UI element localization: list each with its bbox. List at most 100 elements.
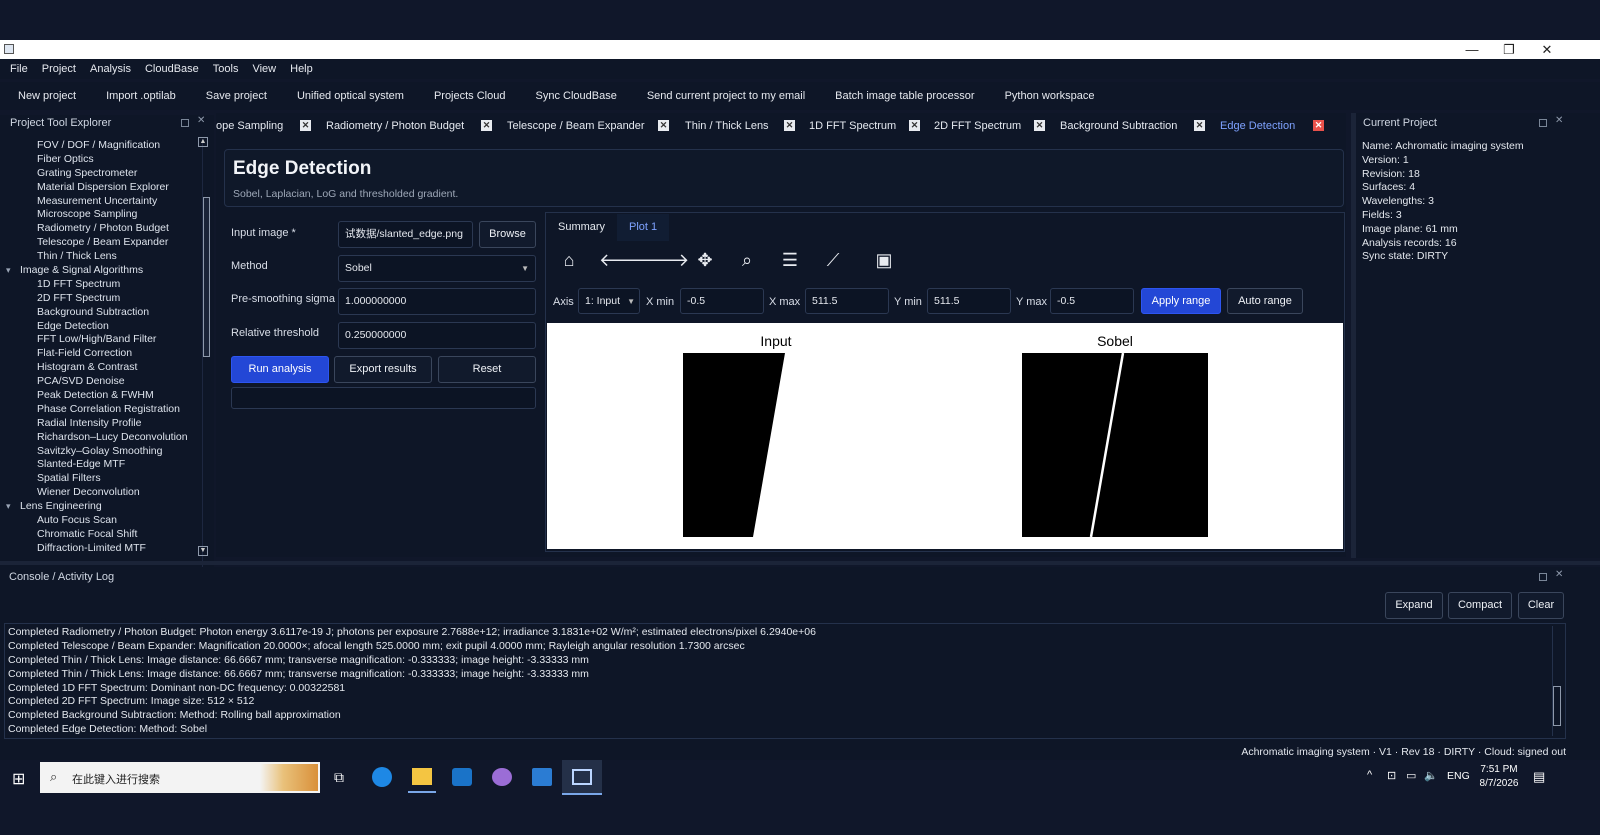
sync-cloudbase-button[interactable]: Sync CloudBase <box>535 90 616 102</box>
menu-file[interactable]: File <box>10 63 28 75</box>
windows-start-icon[interactable]: ⊞ <box>12 769 25 789</box>
forward-arrow-icon[interactable]: 🡒 <box>641 245 689 275</box>
tree-item[interactable]: FOV / DOF / Magnification <box>0 139 202 153</box>
tree-item[interactable]: Chromatic Focal Shift <box>0 528 202 542</box>
menu-tools[interactable]: Tools <box>213 63 239 75</box>
restore-icon[interactable]: ❐ <box>1492 40 1526 59</box>
dock-splitter[interactable] <box>1351 113 1356 558</box>
run-analysis-button[interactable]: Run analysis <box>231 356 329 383</box>
unified-optical-system-button[interactable]: Unified optical system <box>297 90 404 102</box>
tab-5[interactable]: 2D FFT Spectrum <box>934 113 1021 141</box>
compact-button[interactable]: Compact <box>1448 592 1512 619</box>
scroll-up-icon[interactable]: ▲ <box>198 137 208 147</box>
window-titlebar[interactable]: — ❐ ✕ <box>0 40 1600 59</box>
file-explorer-icon[interactable] <box>412 768 432 785</box>
tree-item[interactable]: FFT Low/High/Band Filter <box>0 333 202 347</box>
tab-close-icon[interactable]: ✕ <box>300 120 311 131</box>
float-dock-icon[interactable] <box>181 118 189 130</box>
tree-category[interactable]: Lens Engineering <box>0 500 202 514</box>
store-icon[interactable] <box>532 768 552 786</box>
xmin-input[interactable]: -0.5 <box>680 288 764 314</box>
apply-range-button[interactable]: Apply range <box>1141 288 1221 314</box>
auto-range-button[interactable]: Auto range <box>1227 288 1303 314</box>
tab-2[interactable]: Telescope / Beam Expander <box>507 113 645 141</box>
tree-item[interactable]: Material Dispersion Explorer <box>0 181 202 195</box>
threshold-input[interactable]: 0.250000000 <box>338 322 536 349</box>
language-indicator[interactable]: ENG <box>1447 770 1470 782</box>
tree-item[interactable]: Phase Correlation Registration <box>0 403 202 417</box>
app-cat-icon[interactable] <box>492 768 512 786</box>
projects-cloud-button[interactable]: Projects Cloud <box>434 90 506 102</box>
float-dock-icon[interactable] <box>1539 572 1547 584</box>
ymin-input[interactable]: 511.5 <box>927 288 1011 314</box>
edge-browser-icon[interactable] <box>372 767 392 787</box>
close-dock-icon[interactable]: ✕ <box>1555 115 1563 126</box>
reset-button[interactable]: Reset <box>438 356 536 383</box>
xmax-input[interactable]: 511.5 <box>805 288 889 314</box>
tree-item[interactable]: Telescope / Beam Expander <box>0 236 202 250</box>
method-select[interactable]: Sobel ▼ <box>338 255 536 282</box>
tab-1[interactable]: Radiometry / Photon Budget <box>326 113 464 141</box>
tree-item[interactable]: Background Subtraction <box>0 306 202 320</box>
clock[interactable]: 7:51 PM 8/7/2026 <box>1478 763 1520 791</box>
edit-curve-icon[interactable]: ⟋ <box>820 245 846 275</box>
tree-item[interactable]: 1D FFT Spectrum <box>0 278 202 292</box>
tab-close-icon[interactable]: ✕ <box>1194 120 1205 131</box>
tab-0[interactable]: ope Sampling <box>216 113 283 141</box>
tree-item[interactable]: Wiener Deconvolution <box>0 486 202 500</box>
tree-item[interactable]: Richardson–Lucy Deconvolution <box>0 431 202 445</box>
expand-button[interactable]: Expand <box>1385 592 1443 619</box>
tab-6[interactable]: Background Subtraction <box>1060 113 1177 141</box>
export-results-button[interactable]: Export results <box>334 356 432 383</box>
tab-close-icon[interactable]: ✕ <box>481 120 492 131</box>
tree-item[interactable]: 2D FFT Spectrum <box>0 292 202 306</box>
clear-button[interactable]: Clear <box>1518 592 1564 619</box>
tree-item[interactable]: Microscope Sampling <box>0 208 202 222</box>
tree-item[interactable]: PCA/SVD Denoise <box>0 375 202 389</box>
tab-close-icon[interactable]: ✕ <box>1034 120 1045 131</box>
tree-item[interactable]: Radiometry / Photon Budget <box>0 222 202 236</box>
menu-view[interactable]: View <box>252 63 276 75</box>
tree-item[interactable]: Grating Spectrometer <box>0 167 202 181</box>
tree-item[interactable]: Fiber Optics <box>0 153 202 167</box>
tree-item[interactable]: Edge Detection <box>0 320 202 334</box>
configure-icon[interactable]: ☰ <box>777 245 803 275</box>
plot-canvas[interactable]: Input Sobel <box>547 323 1343 549</box>
tab-7[interactable]: Edge Detection <box>1220 113 1295 141</box>
sigma-input[interactable]: 1.000000000 <box>338 288 536 315</box>
tree-item[interactable]: Thin / Thick Lens <box>0 250 202 264</box>
tree-item[interactable]: Flat-Field Correction <box>0 347 202 361</box>
volume-icon[interactable]: 🔈 <box>1424 769 1438 782</box>
tree-item[interactable]: Savitzky–Golay Smoothing <box>0 445 202 459</box>
taskbar-search-box[interactable]: ⌕ 在此键入进行搜索 <box>40 762 320 793</box>
python-workspace-button[interactable]: Python workspace <box>1005 90 1095 102</box>
tree-item[interactable]: Diffraction-Limited MTF <box>0 542 202 556</box>
menu-project[interactable]: Project <box>42 63 76 75</box>
input-image-field[interactable]: 试数据/slanted_edge.png <box>338 221 473 248</box>
minimize-icon[interactable]: — <box>1455 40 1489 59</box>
close-dock-icon[interactable]: ✕ <box>197 115 205 126</box>
console-splitter[interactable] <box>0 561 1600 565</box>
notification-icon[interactable]: ▤ <box>1533 769 1545 785</box>
ymax-input[interactable]: -0.5 <box>1050 288 1134 314</box>
scroll-down-icon[interactable]: ▼ <box>198 546 208 556</box>
menu-analysis[interactable]: Analysis <box>90 63 131 75</box>
tab-summary[interactable]: Summary <box>546 214 619 241</box>
new-project-button[interactable]: New project <box>18 90 76 102</box>
active-app-tile[interactable] <box>562 760 602 795</box>
tab-close-icon[interactable]: ✕ <box>784 120 795 131</box>
back-arrow-icon[interactable]: 🡐 <box>599 245 647 275</box>
tab-close-icon[interactable]: ✕ <box>909 120 920 131</box>
tab-3[interactable]: Thin / Thick Lens <box>685 113 769 141</box>
outlook-icon[interactable] <box>452 768 472 786</box>
menu-help[interactable]: Help <box>290 63 313 75</box>
tree-item[interactable]: Peak Detection & FWHM <box>0 389 202 403</box>
save-project-button[interactable]: Save project <box>206 90 267 102</box>
tree-item[interactable]: Spatial Filters <box>0 472 202 486</box>
tree-item[interactable]: Auto Focus Scan <box>0 514 202 528</box>
batch-processor-button[interactable]: Batch image table processor <box>835 90 974 102</box>
pan-icon[interactable]: ✥ <box>692 245 718 275</box>
tab-close-icon[interactable]: ✕ <box>658 120 669 131</box>
home-icon[interactable]: ⌂ <box>556 245 582 275</box>
tree-category[interactable]: Image & Signal Algorithms <box>0 264 202 278</box>
